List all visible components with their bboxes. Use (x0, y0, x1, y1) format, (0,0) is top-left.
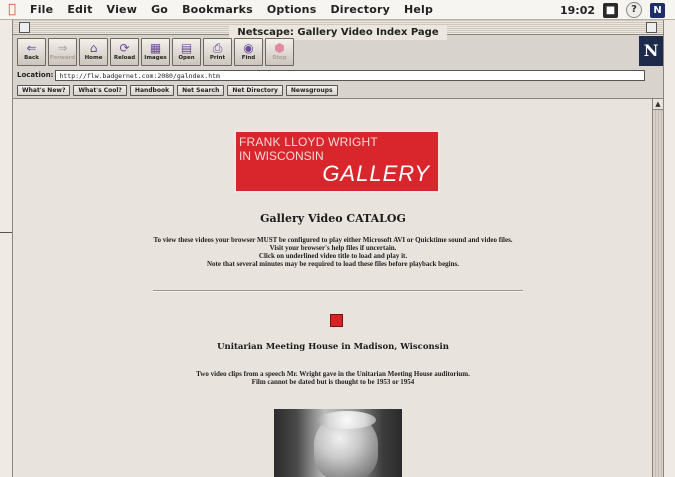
intro-line: Click on underlined video title to load … (258, 252, 408, 260)
back-arrow-icon: ⇐ (26, 41, 37, 55)
images-icon: ▦ (149, 41, 162, 55)
intro-text: To view these videos your browser MUST b… (13, 236, 653, 268)
disk-icon[interactable]: ■ (603, 2, 618, 18)
open-icon: ▤ (180, 41, 193, 55)
location-bar: Location: http://flw.badgernet.com:2080/… (13, 68, 663, 82)
intro-line: Visit your browser's help files if uncer… (269, 244, 397, 252)
net-directory-button[interactable]: Net Directory (227, 84, 283, 96)
banner-line-3: GALLERY (322, 161, 430, 186)
find-label: Find (241, 55, 256, 61)
stop-button[interactable]: ⬢ Stop (265, 37, 294, 66)
images-button[interactable]: ▦ Images (141, 37, 170, 66)
menu-file[interactable]: File (30, 3, 53, 16)
apple-menu-icon[interactable]:  (0, 2, 24, 17)
scroll-up-arrow-icon[interactable]: ▲ (653, 99, 663, 110)
images-label: Images (144, 55, 167, 61)
menu-go[interactable]: Go (151, 3, 168, 16)
horizontal-rule (153, 290, 523, 292)
stop-icon: ⬢ (274, 41, 285, 55)
net-search-button[interactable]: Net Search (177, 84, 225, 96)
video-description: Two video clips from a speech Mr. Wright… (13, 370, 653, 386)
description-line: Film cannot be dated but is thought to b… (251, 378, 415, 386)
print-label: Print (209, 55, 226, 61)
forward-button[interactable]: ⇒ Forward (48, 37, 77, 66)
url-field[interactable]: http://flw.badgernet.com:2080/galndex.ht… (55, 69, 646, 81)
menu-edit[interactable]: Edit (67, 3, 92, 16)
whats-cool-button[interactable]: What's Cool? (73, 84, 127, 96)
description-line: Two video clips from a speech Mr. Wright… (196, 370, 470, 378)
find-button[interactable]: ◉ Find (234, 37, 263, 66)
red-bullet-icon (330, 314, 343, 327)
reload-label: Reload (113, 55, 136, 61)
navigation-toolbar: ⇐ Back ⇒ Forward ⌂ Home ⟳ Reload ▦ Image… (13, 35, 663, 68)
printer-icon: ⎙ (212, 41, 223, 55)
menu-help[interactable]: Help (404, 3, 433, 16)
video-thumbnail-photo[interactable] (274, 409, 402, 477)
binoculars-icon: ◉ (243, 41, 254, 55)
netscape-logo[interactable]: N (639, 36, 663, 66)
video-title: Unitarian Meeting House in Madison, Wisc… (217, 342, 449, 352)
vertical-scrollbar[interactable]: ▲ (652, 99, 663, 477)
open-label: Open (178, 55, 195, 61)
location-label: Location: (17, 71, 54, 79)
open-button[interactable]: ▤ Open (172, 37, 201, 66)
newsgroups-button[interactable]: Newsgroups (285, 84, 338, 96)
banner-line-2: IN WISCONSIN (239, 149, 324, 163)
portrait-hair (318, 411, 376, 429)
application-menu-icon[interactable]: N (650, 2, 665, 18)
intro-line: To view these videos your browser MUST b… (153, 236, 513, 244)
browser-window: Netscape: Gallery Video Index Page ⇐ Bac… (12, 20, 664, 477)
directory-buttons: What's New? What's Cool? Handbook Net Se… (13, 82, 663, 99)
menu-view[interactable]: View (107, 3, 138, 16)
print-button[interactable]: ⎙ Print (203, 37, 232, 66)
menu-directory[interactable]: Directory (330, 3, 390, 16)
menu-options[interactable]: Options (267, 3, 317, 16)
home-label: Home (84, 55, 103, 61)
home-icon: ⌂ (89, 41, 98, 55)
menubar-status: 19:02 ■ ? N (560, 2, 665, 18)
page-content: FRANK LLOYD WRIGHT IN WISCONSIN GALLERY … (13, 99, 653, 477)
forward-arrow-icon: ⇒ (57, 41, 68, 55)
banner-line-1: FRANK LLOYD WRIGHT (239, 135, 378, 149)
page-heading: Gallery Video CATALOG (260, 212, 406, 225)
whats-new-button[interactable]: What's New? (17, 84, 71, 96)
help-balloon-icon[interactable]: ? (626, 2, 642, 18)
reload-button[interactable]: ⟳ Reload (110, 37, 139, 66)
home-button[interactable]: ⌂ Home (79, 37, 108, 66)
stop-label: Stop (272, 55, 287, 61)
back-label: Back (24, 55, 39, 61)
menu-bookmarks[interactable]: Bookmarks (182, 3, 253, 16)
menu-bar:  File Edit View Go Bookmarks Options Di… (0, 0, 675, 20)
back-button[interactable]: ⇐ Back (17, 37, 46, 66)
gallery-banner: FRANK LLOYD WRIGHT IN WISCONSIN GALLERY (236, 132, 438, 191)
clock: 19:02 (559, 3, 595, 17)
handbook-button[interactable]: Handbook (129, 84, 175, 96)
forward-label: Forward (49, 55, 76, 61)
margin-line (0, 232, 12, 233)
zoom-box-icon[interactable] (646, 22, 657, 33)
window-titlebar[interactable]: Netscape: Gallery Video Index Page (13, 20, 663, 40)
close-box-icon[interactable] (19, 22, 30, 33)
reload-icon: ⟳ (119, 41, 130, 55)
intro-line: Note that several minutes may be require… (207, 260, 459, 268)
